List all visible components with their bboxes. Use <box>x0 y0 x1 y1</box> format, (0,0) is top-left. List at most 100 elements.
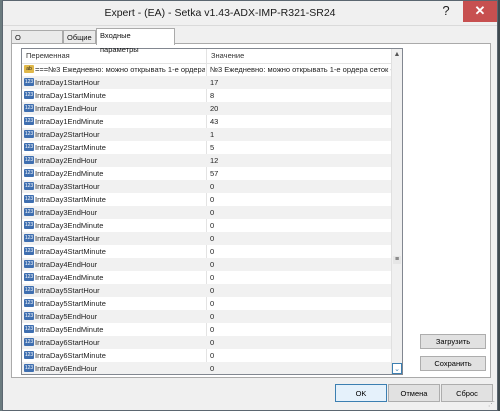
parameter-row[interactable]: 123 IntraDay5EndHour 0 <box>22 310 392 323</box>
parameter-row[interactable]: 123 IntraDay3StartHour 0 <box>22 180 392 193</box>
parameter-row[interactable]: 123 IntraDay4EndHour 0 <box>22 258 392 271</box>
parameter-name: IntraDay1EndMinute <box>35 117 104 126</box>
column-header-value[interactable]: Значение <box>207 49 392 63</box>
integer-param-icon: 123 <box>24 169 34 177</box>
parameter-name: ===№3 Ежедневно: можно открывать 1-е орд… <box>35 65 205 74</box>
parameter-row[interactable]: 123 IntraDay3EndMinute 0 <box>22 219 392 232</box>
parameter-value[interactable]: 0 <box>210 297 392 310</box>
tab-about[interactable]: О программе <box>11 30 63 56</box>
parameter-value[interactable]: 57 <box>210 167 392 180</box>
parameter-value[interactable]: 0 <box>210 336 392 349</box>
parameter-row[interactable]: 123 IntraDay6EndHour 0 <box>22 362 392 374</box>
tab-inputs[interactable]: Входные параметры <box>96 28 175 54</box>
tab-common[interactable]: Общие <box>63 30 96 44</box>
integer-param-icon: 123 <box>24 286 34 294</box>
parameter-name: IntraDay3EndHour <box>35 208 98 217</box>
integer-param-icon: 123 <box>24 130 34 138</box>
parameter-value[interactable]: 8 <box>210 89 392 102</box>
parameter-row[interactable]: 123 IntraDay1EndHour 20 <box>22 102 392 115</box>
integer-param-icon: 123 <box>24 312 34 320</box>
vertical-scrollbar[interactable]: ▲ ≡ ⌄ <box>391 49 402 374</box>
integer-param-icon: 123 <box>24 78 34 86</box>
integer-param-icon: 123 <box>24 325 34 333</box>
parameter-value[interactable]: №3 Ежедневно: можно открывать 1-е ордера… <box>210 63 392 76</box>
reset-button[interactable]: Сброс <box>441 384 493 402</box>
parameter-value[interactable]: 0 <box>210 362 392 374</box>
cancel-button[interactable]: Отмена <box>388 384 440 402</box>
parameter-row[interactable]: 123 IntraDay5StartHour 0 <box>22 284 392 297</box>
parameter-row[interactable]: 123 IntraDay2EndMinute 57 <box>22 167 392 180</box>
parameter-value[interactable]: 0 <box>210 206 392 219</box>
parameter-row[interactable]: 123 IntraDay3StartMinute 0 <box>22 193 392 206</box>
parameter-row[interactable]: 123 IntraDay6StartMinute 0 <box>22 349 392 362</box>
parameter-row[interactable]: 123 IntraDay3EndHour 0 <box>22 206 392 219</box>
parameter-row[interactable]: 123 IntraDay4StartHour 0 <box>22 232 392 245</box>
parameter-row[interactable]: 123 IntraDay1EndMinute 43 <box>22 115 392 128</box>
parameter-value[interactable]: 0 <box>210 271 392 284</box>
parameter-name: IntraDay2EndHour <box>35 156 98 165</box>
parameter-value[interactable]: 0 <box>210 323 392 336</box>
expert-dialog: Expert - (EA) - Setka v1.43-ADX-IMP-R321… <box>2 0 498 411</box>
integer-param-icon: 123 <box>24 195 34 203</box>
parameter-name: IntraDay1StartHour <box>35 78 100 87</box>
parameter-row[interactable]: 123 IntraDay4EndMinute 0 <box>22 271 392 284</box>
parameter-row[interactable]: 123 IntraDay4StartMinute 0 <box>22 245 392 258</box>
parameter-name: IntraDay2StartHour <box>35 130 100 139</box>
parameter-value[interactable]: 0 <box>210 193 392 206</box>
parameter-name: IntraDay2EndMinute <box>35 169 104 178</box>
parameter-value[interactable]: 17 <box>210 76 392 89</box>
integer-param-icon: 123 <box>24 338 34 346</box>
parameter-row[interactable]: 123 IntraDay5EndMinute 0 <box>22 323 392 336</box>
parameter-name: IntraDay6EndHour <box>35 364 98 373</box>
scroll-down-icon[interactable]: ⌄ <box>392 363 402 374</box>
parameter-value[interactable]: 0 <box>210 284 392 297</box>
integer-param-icon: 123 <box>24 117 34 125</box>
parameter-name: IntraDay4EndMinute <box>35 273 104 282</box>
parameter-row[interactable]: 123 IntraDay6StartHour 0 <box>22 336 392 349</box>
integer-param-icon: 123 <box>24 182 34 190</box>
ok-button[interactable]: OK <box>335 384 387 402</box>
scroll-up-icon[interactable]: ▲ <box>392 49 402 60</box>
integer-param-icon: 123 <box>24 351 34 359</box>
string-param-icon: ab <box>24 65 34 73</box>
parameter-value[interactable]: 1 <box>210 128 392 141</box>
resize-grip-icon[interactable]: ⋰ <box>488 400 495 408</box>
parameter-value[interactable]: 43 <box>210 115 392 128</box>
integer-param-icon: 123 <box>24 221 34 229</box>
parameter-row[interactable]: ab ===№3 Ежедневно: можно открывать 1-е о… <box>22 63 392 76</box>
save-button[interactable]: Сохранить <box>420 356 486 371</box>
load-button[interactable]: Загрузить <box>420 334 486 349</box>
parameter-value[interactable]: 0 <box>210 219 392 232</box>
parameter-name: IntraDay6StartHour <box>35 338 100 347</box>
parameter-value[interactable]: 20 <box>210 102 392 115</box>
parameter-name: IntraDay1StartMinute <box>35 91 106 100</box>
parameter-name: IntraDay3EndMinute <box>35 221 104 230</box>
parameters-grid: Переменная Значение ab ===№3 Ежедневно: м… <box>21 48 403 375</box>
parameter-row[interactable]: 123 IntraDay2StartHour 1 <box>22 128 392 141</box>
parameter-name: IntraDay3StartMinute <box>35 195 106 204</box>
parameter-name: IntraDay2StartMinute <box>35 143 106 152</box>
scroll-thumb[interactable]: ≡ <box>393 256 401 264</box>
inputs-panel: Переменная Значение ab ===№3 Ежедневно: м… <box>11 43 491 378</box>
parameter-value[interactable]: 0 <box>210 349 392 362</box>
parameter-value[interactable]: 0 <box>210 180 392 193</box>
parameter-value[interactable]: 0 <box>210 310 392 323</box>
parameter-value[interactable]: 0 <box>210 258 392 271</box>
parameter-name: IntraDay5StartHour <box>35 286 100 295</box>
parameter-value[interactable]: 12 <box>210 154 392 167</box>
parameter-row[interactable]: 123 IntraDay5StartMinute 0 <box>22 297 392 310</box>
parameter-value[interactable]: 0 <box>210 245 392 258</box>
parameter-value[interactable]: 5 <box>210 141 392 154</box>
parameter-name: IntraDay4StartMinute <box>35 247 106 256</box>
parameter-row[interactable]: 123 IntraDay2EndHour 12 <box>22 154 392 167</box>
parameter-row[interactable]: 123 IntraDay1StartMinute 8 <box>22 89 392 102</box>
integer-param-icon: 123 <box>24 273 34 281</box>
close-button[interactable]: ✕ <box>463 1 497 22</box>
parameter-name: IntraDay4StartHour <box>35 234 100 243</box>
integer-param-icon: 123 <box>24 156 34 164</box>
parameter-row[interactable]: 123 IntraDay2StartMinute 5 <box>22 141 392 154</box>
help-button[interactable]: ? <box>431 1 461 22</box>
integer-param-icon: 123 <box>24 247 34 255</box>
parameter-row[interactable]: 123 IntraDay1StartHour 17 <box>22 76 392 89</box>
parameter-value[interactable]: 0 <box>210 232 392 245</box>
